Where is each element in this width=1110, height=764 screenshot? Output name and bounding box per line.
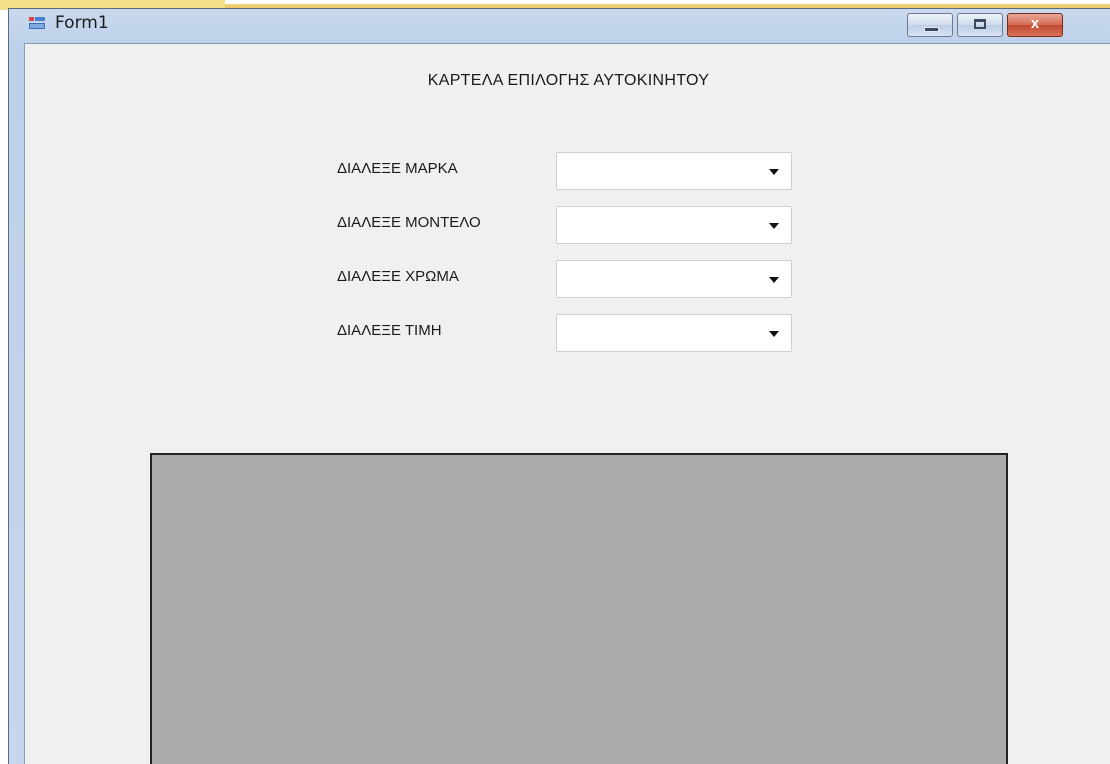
chevron-down-icon[interactable] [769, 331, 779, 337]
model-combobox[interactable] [556, 206, 792, 244]
chevron-down-icon[interactable] [769, 223, 779, 229]
form-heading: ΚΑΡΤΕΛΑ ΕΠΙΛΟΓΗΣ ΑΥΤΟΚΙΝΗΤΟΥ [427, 72, 710, 89]
chevron-down-icon[interactable] [769, 169, 779, 175]
brand-label: ΔΙΑΛΕΞΕ ΜΑΡΚΑ [337, 160, 458, 177]
brand-combobox[interactable] [556, 152, 792, 190]
screenshot: Form1 x ΚΑΡΤΕΛΑ ΕΠΙΛΟΓΗΣ ΑΥΤΟΚΙΝΗΤΟΥ ΔΙΑ… [0, 0, 1110, 764]
price-label: ΔΙΑΛΕΞΕ ΤΙΜΗ [337, 322, 442, 339]
model-label: ΔΙΑΛΕΞΕ ΜΟΝΤΕΛΟ [337, 214, 481, 231]
chevron-down-icon[interactable] [769, 277, 779, 283]
color-label: ΔΙΑΛΕΞΕ ΧΡΩΜΑ [337, 268, 459, 285]
title-bar[interactable]: Form1 x [9, 9, 1110, 43]
color-combobox[interactable] [556, 260, 792, 298]
minimize-button[interactable] [907, 13, 953, 37]
minimize-icon [924, 27, 939, 32]
car-picture-box [150, 453, 1008, 764]
form-app-icon[interactable] [29, 17, 45, 29]
close-button[interactable]: x [1007, 13, 1063, 37]
maximize-icon [974, 19, 986, 29]
maximize-button[interactable] [957, 13, 1003, 37]
form-client-area: ΚΑΡΤΕΛΑ ΕΠΙΛΟΓΗΣ ΑΥΤΟΚΙΝΗΤΟΥ ΔΙΑΛΕΞΕ ΜΑΡ… [24, 43, 1110, 764]
price-combobox[interactable] [556, 314, 792, 352]
window-title: Form1 [55, 13, 109, 33]
close-icon: x [1030, 15, 1040, 32]
form-window: Form1 x ΚΑΡΤΕΛΑ ΕΠΙΛΟΓΗΣ ΑΥΤΟΚΙΝΗΤΟΥ ΔΙΑ… [8, 8, 1110, 764]
